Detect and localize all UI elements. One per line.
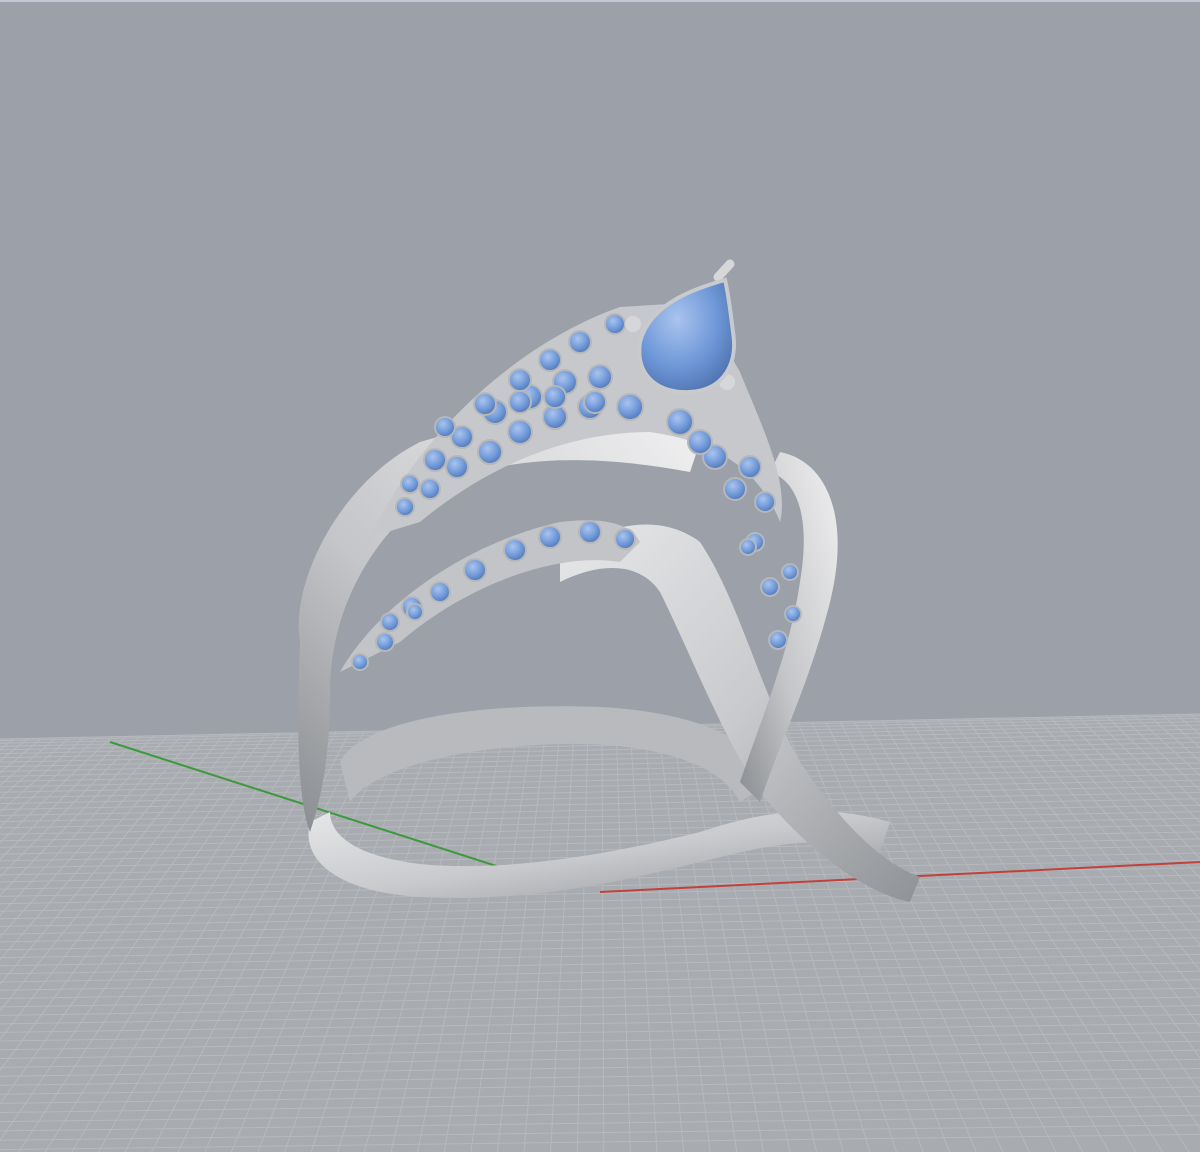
pave-gem [351, 653, 369, 671]
pave-gem [604, 313, 626, 335]
pave-gem [687, 429, 713, 455]
pave-gem [375, 632, 395, 652]
pave-gem [473, 392, 497, 416]
pave-gem [583, 390, 607, 414]
3d-viewport[interactable] [0, 0, 1200, 1152]
pave-gem [723, 477, 747, 501]
pave-gem [406, 603, 424, 621]
pave-gem [503, 538, 527, 562]
pave-gem [781, 563, 799, 581]
pave-gem [616, 393, 644, 421]
pave-gem [423, 448, 447, 472]
pave-gem [538, 348, 562, 372]
pave-gem [380, 612, 400, 632]
prong [625, 316, 641, 332]
pave-gem [434, 416, 456, 438]
center-pear-gem[interactable] [637, 277, 736, 395]
pave-gem [445, 455, 469, 479]
pave-gem [768, 630, 788, 650]
pave-gem [543, 385, 567, 409]
pave-gem [760, 577, 780, 597]
viewport-canvas[interactable] [0, 2, 1200, 1152]
pave-gem [738, 455, 762, 479]
pave-gem [614, 528, 636, 550]
pave-gem [507, 419, 533, 445]
pave-gem [508, 368, 532, 392]
pave-gem [568, 330, 592, 354]
pave-gem [666, 408, 694, 436]
pave-gem [463, 558, 487, 582]
pave-gem [395, 497, 415, 517]
pave-gem [508, 390, 532, 414]
pave-gem [578, 520, 602, 544]
pave-gem [419, 478, 441, 500]
pave-gem [400, 474, 420, 494]
construction-plane-grid [0, 713, 1200, 1152]
pave-gem [754, 491, 776, 513]
pave-gem [587, 364, 613, 390]
pave-gem [538, 525, 562, 549]
pave-gem [429, 581, 451, 603]
pave-gem [477, 439, 503, 465]
pave-gem [784, 605, 802, 623]
pave-gem [739, 538, 757, 556]
prong [713, 259, 735, 282]
